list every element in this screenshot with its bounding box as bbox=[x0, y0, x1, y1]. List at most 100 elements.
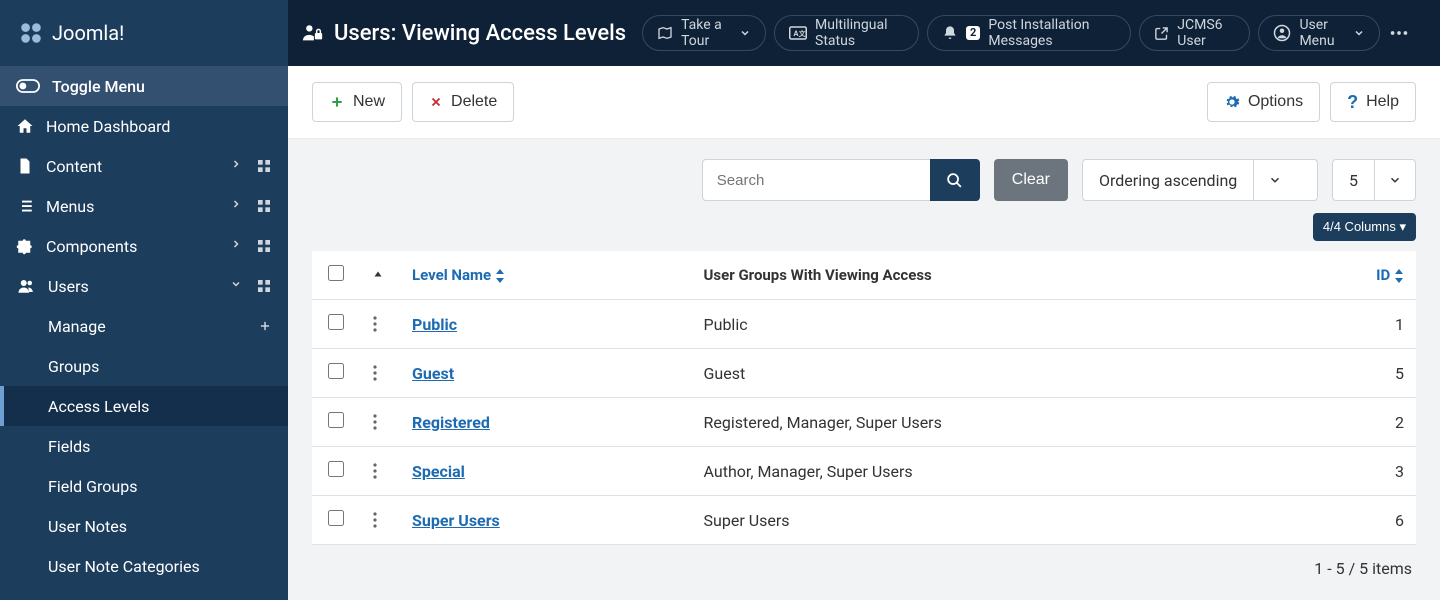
gear-icon bbox=[1224, 94, 1240, 110]
sidebar-sub-user-note-categories[interactable]: User Note Categories bbox=[0, 546, 288, 586]
post-install-pill[interactable]: 2 Post Installation Messages bbox=[927, 15, 1131, 51]
chevron-right-icon[interactable] bbox=[230, 158, 242, 174]
page-title-area: Users: Viewing Access Levels bbox=[288, 21, 630, 46]
list-icon bbox=[16, 197, 34, 215]
sidebar-item-label: Home Dashboard bbox=[46, 117, 170, 136]
row-groups: Guest bbox=[692, 349, 1346, 398]
brand-text: Joomla! bbox=[52, 21, 124, 45]
sidebar-item-label: Users bbox=[48, 277, 89, 296]
new-button[interactable]: New bbox=[312, 82, 402, 122]
sidebar-item-home[interactable]: Home Dashboard bbox=[0, 106, 288, 146]
dashboard-icon[interactable] bbox=[256, 278, 272, 294]
row-groups: Public bbox=[692, 300, 1346, 349]
sidebar-sub-groups[interactable]: Groups bbox=[0, 346, 288, 386]
level-name-link[interactable]: Special bbox=[412, 462, 465, 481]
row-id: 6 bbox=[1346, 496, 1416, 545]
chevron-right-icon[interactable] bbox=[230, 238, 242, 254]
table-row: PublicPublic1 bbox=[312, 300, 1416, 349]
level-name-link[interactable]: Registered bbox=[412, 413, 490, 432]
options-button[interactable]: Options bbox=[1207, 82, 1320, 122]
chevron-down-icon bbox=[1374, 160, 1415, 200]
drag-handle-icon[interactable] bbox=[372, 463, 388, 479]
row-checkbox[interactable] bbox=[328, 363, 344, 379]
plus-icon[interactable] bbox=[258, 319, 272, 333]
sidebar-sub-fields[interactable]: Fields bbox=[0, 426, 288, 466]
groups-header: User Groups With Viewing Access bbox=[692, 251, 1346, 300]
sidebar-sub-user-notes[interactable]: User Notes bbox=[0, 506, 288, 546]
limit-value: 5 bbox=[1333, 160, 1374, 200]
drag-handle-icon[interactable] bbox=[372, 316, 388, 332]
sidebar-item-label: Content bbox=[46, 157, 102, 176]
drag-handle-icon[interactable] bbox=[372, 512, 388, 528]
row-checkbox[interactable] bbox=[328, 510, 344, 526]
order-header[interactable] bbox=[360, 251, 400, 300]
dashboard-icon[interactable] bbox=[256, 238, 272, 254]
search-input[interactable] bbox=[702, 159, 930, 201]
user-menu-pill[interactable]: User Menu bbox=[1258, 15, 1380, 51]
delete-button[interactable]: Delete bbox=[412, 82, 514, 122]
dashboard-icon[interactable] bbox=[256, 198, 272, 214]
sidebar-sub-label: User Note Categories bbox=[48, 557, 200, 576]
row-id: 1 bbox=[1346, 300, 1416, 349]
sidebar-item-label: Menus bbox=[46, 197, 94, 216]
sidebar-sub-field-groups[interactable]: Field Groups bbox=[0, 466, 288, 506]
table-row: Special Author, Manager, Super Users3 bbox=[312, 447, 1416, 496]
users-lock-icon bbox=[302, 22, 324, 44]
user-circle-icon bbox=[1273, 24, 1291, 42]
top-header: Joomla! Users: Viewing Access Levels Tak… bbox=[0, 0, 1440, 66]
level-name-link[interactable]: Public bbox=[412, 315, 457, 334]
sidebar-item-users[interactable]: Users bbox=[0, 266, 288, 306]
chevron-down-icon[interactable] bbox=[230, 278, 242, 294]
brand-area[interactable]: Joomla! bbox=[0, 0, 288, 66]
search-group bbox=[702, 159, 980, 201]
sidebar-item-components[interactable]: Components bbox=[0, 226, 288, 266]
access-levels-table: Level Name User Groups With Viewing Acce… bbox=[312, 251, 1416, 545]
chevron-right-icon[interactable] bbox=[230, 198, 242, 214]
ordering-value: Ordering ascending bbox=[1083, 160, 1253, 200]
main-layout: Toggle Menu Home Dashboard Content Menus… bbox=[0, 66, 1440, 600]
sidebar-toggle[interactable]: Toggle Menu bbox=[0, 66, 288, 106]
more-icon[interactable] bbox=[1388, 22, 1410, 44]
sort-icon bbox=[495, 269, 505, 283]
sidebar-item-label: Components bbox=[46, 237, 137, 256]
post-install-badge: 2 bbox=[966, 26, 980, 40]
plus-icon bbox=[329, 94, 345, 110]
row-id: 3 bbox=[1346, 447, 1416, 496]
dashboard-icon[interactable] bbox=[256, 158, 272, 174]
limit-select[interactable]: 5 bbox=[1332, 159, 1416, 201]
sidebar-sub-access-levels[interactable]: Access Levels bbox=[0, 386, 288, 426]
sidebar-toggle-label: Toggle Menu bbox=[52, 77, 145, 96]
search-button[interactable] bbox=[930, 159, 980, 201]
sidebar-sub-label: Manage bbox=[48, 317, 106, 336]
table-row: RegisteredRegistered, Manager, Super Use… bbox=[312, 398, 1416, 447]
sidebar-sub-label: Groups bbox=[48, 357, 99, 376]
level-name-link[interactable]: Super Users bbox=[412, 511, 500, 530]
help-button[interactable]: ? Help bbox=[1330, 82, 1416, 122]
row-checkbox[interactable] bbox=[328, 412, 344, 428]
table-row: Super UsersSuper Users6 bbox=[312, 496, 1416, 545]
sidebar-item-menus[interactable]: Menus bbox=[0, 186, 288, 226]
file-icon bbox=[16, 157, 34, 175]
ordering-select[interactable]: Ordering ascending bbox=[1082, 159, 1318, 201]
level-name-header[interactable]: Level Name bbox=[400, 251, 692, 300]
drag-handle-icon[interactable] bbox=[372, 365, 388, 381]
row-groups: Author, Manager, Super Users bbox=[692, 447, 1346, 496]
sidebar-sub-label: Fields bbox=[48, 437, 90, 456]
row-id: 2 bbox=[1346, 398, 1416, 447]
sidebar-sub-label: User Notes bbox=[48, 517, 127, 536]
take-tour-pill[interactable]: Take a Tour bbox=[642, 15, 766, 51]
row-checkbox[interactable] bbox=[328, 461, 344, 477]
select-all-checkbox[interactable] bbox=[328, 265, 344, 281]
drag-handle-icon[interactable] bbox=[372, 414, 388, 430]
columns-button[interactable]: 4/4 Columns ▾ bbox=[1313, 213, 1416, 241]
sidebar-sub-manage[interactable]: Manage bbox=[0, 306, 288, 346]
row-checkbox[interactable] bbox=[328, 314, 344, 330]
clear-button[interactable]: Clear bbox=[994, 159, 1068, 201]
puzzle-icon bbox=[16, 237, 34, 255]
sidebar-item-content[interactable]: Content bbox=[0, 146, 288, 186]
target-user-pill[interactable]: JCMS6 User bbox=[1139, 15, 1250, 51]
level-name-link[interactable]: Guest bbox=[412, 364, 454, 383]
multilingual-pill[interactable]: A文 Multilingual Status bbox=[774, 15, 919, 51]
id-header[interactable]: ID bbox=[1346, 251, 1416, 300]
language-icon: A文 bbox=[789, 25, 807, 41]
